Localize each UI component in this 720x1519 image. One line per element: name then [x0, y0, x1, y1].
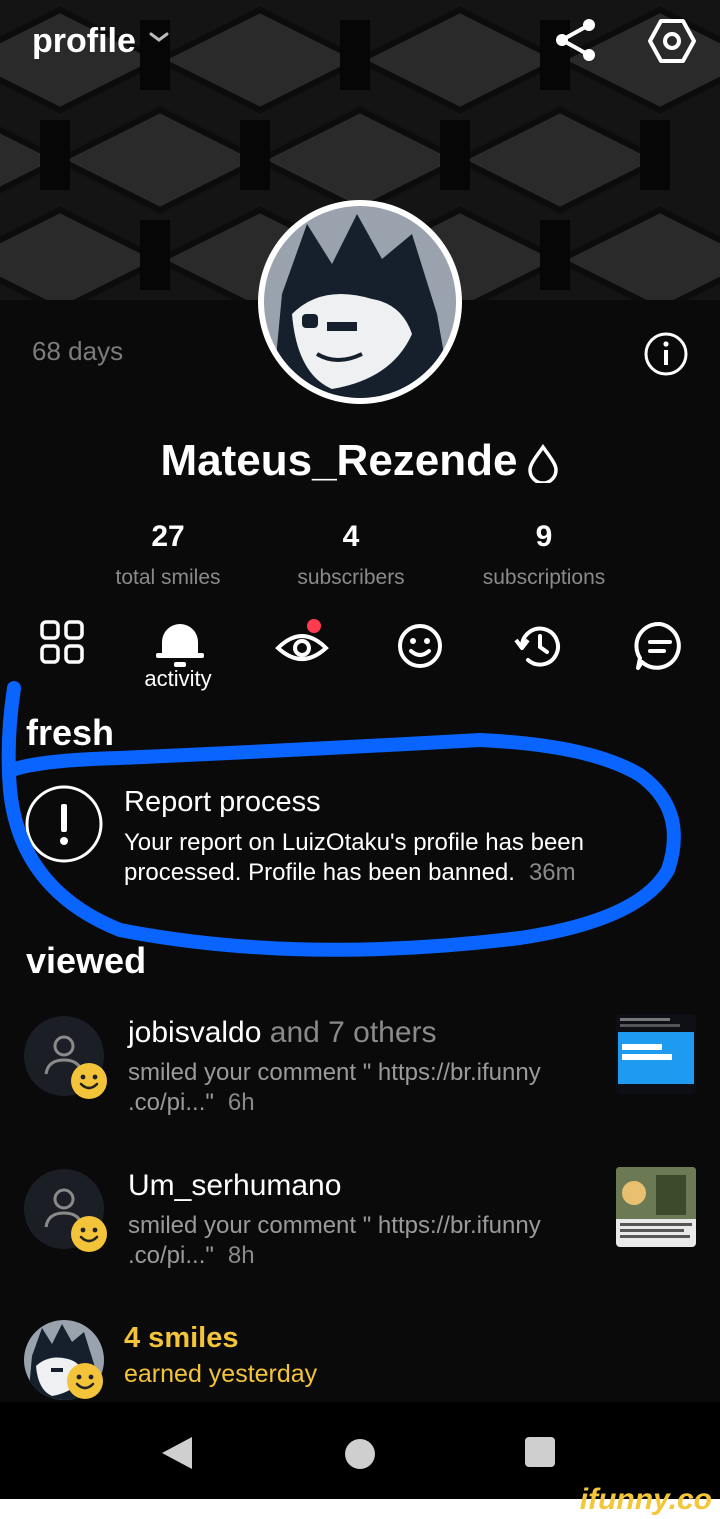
droplet-icon — [527, 444, 558, 484]
others-count: and 7 others — [261, 1016, 437, 1049]
grid-icon[interactable] — [36, 616, 96, 676]
stat-subscribers[interactable]: 4 subscribers — [261, 520, 441, 590]
home-button[interactable] — [345, 1439, 375, 1469]
page-title[interactable]: profile — [32, 22, 136, 61]
stat-label: subscribers — [297, 566, 405, 589]
highlight-scribble — [1, 681, 681, 957]
smile-badge-icon — [67, 1363, 103, 1399]
avatar[interactable] — [258, 200, 462, 404]
content-thumbnail[interactable] — [616, 1167, 696, 1247]
stat-value: 27 — [151, 520, 185, 553]
watermark-strip: ifunny.co — [0, 1483, 720, 1519]
stat-value: 9 — [535, 520, 553, 553]
notification-body: smiled your comment " https://br.ifunny … — [128, 1058, 598, 1118]
stat-label: subscriptions — [482, 566, 606, 589]
history-icon[interactable] — [510, 616, 570, 676]
username: Mateus_Rezende — [0, 436, 720, 486]
notification-item[interactable]: Um_serhumano smiled your comment " https… — [24, 1167, 704, 1289]
smiles-earned-subtitle: earned yesterday — [124, 1360, 318, 1388]
account-age: 68 days — [32, 336, 124, 366]
stat-subscriptions[interactable]: 9 subscriptions — [454, 520, 634, 590]
notification-title: Um_serhumano — [128, 1169, 341, 1203]
chevron-down-icon[interactable] — [148, 30, 170, 44]
username-text: Mateus_Rezende — [160, 436, 518, 485]
notification-item[interactable]: jobisvaldo and 7 others smiled your comm… — [24, 1014, 704, 1136]
avatar-image — [264, 206, 456, 398]
watermark: ifunny.co — [579, 1483, 712, 1516]
notification-body: smiled your comment " https://br.ifunny … — [128, 1211, 598, 1271]
eye-icon[interactable] — [272, 616, 332, 676]
smiley-icon[interactable] — [392, 616, 452, 676]
comment-icon[interactable] — [630, 616, 690, 676]
stat-total-smiles: 27 total smiles — [78, 520, 258, 590]
smile-badge-icon — [71, 1063, 107, 1099]
info-icon[interactable] — [643, 331, 689, 377]
smiles-earned-title: 4 smiles — [124, 1322, 239, 1354]
thumbnail-image — [616, 1014, 696, 1094]
smile-badge-icon — [71, 1216, 107, 1252]
notification-title: jobisvaldo and 7 others — [128, 1016, 437, 1050]
notification-text: smiled your comment " https://br.ifunny … — [128, 1059, 541, 1116]
notification-time: 8h — [227, 1242, 255, 1269]
user-name[interactable]: Um_serhumano — [128, 1169, 341, 1202]
content-thumbnail[interactable] — [616, 1014, 696, 1094]
notification-text: smiled your comment " https://br.ifunny … — [128, 1212, 541, 1269]
notification-time: 6h — [227, 1089, 255, 1116]
stat-value: 4 — [342, 520, 360, 553]
user-name[interactable]: jobisvaldo — [128, 1016, 261, 1049]
back-icon[interactable] — [160, 1435, 194, 1471]
thumbnail-image — [616, 1167, 696, 1247]
notification-dot — [307, 619, 321, 633]
recent-apps-button[interactable] — [525, 1437, 555, 1467]
settings-icon[interactable] — [647, 16, 697, 66]
share-icon[interactable] — [553, 16, 599, 64]
stat-label: total smiles — [115, 566, 221, 589]
